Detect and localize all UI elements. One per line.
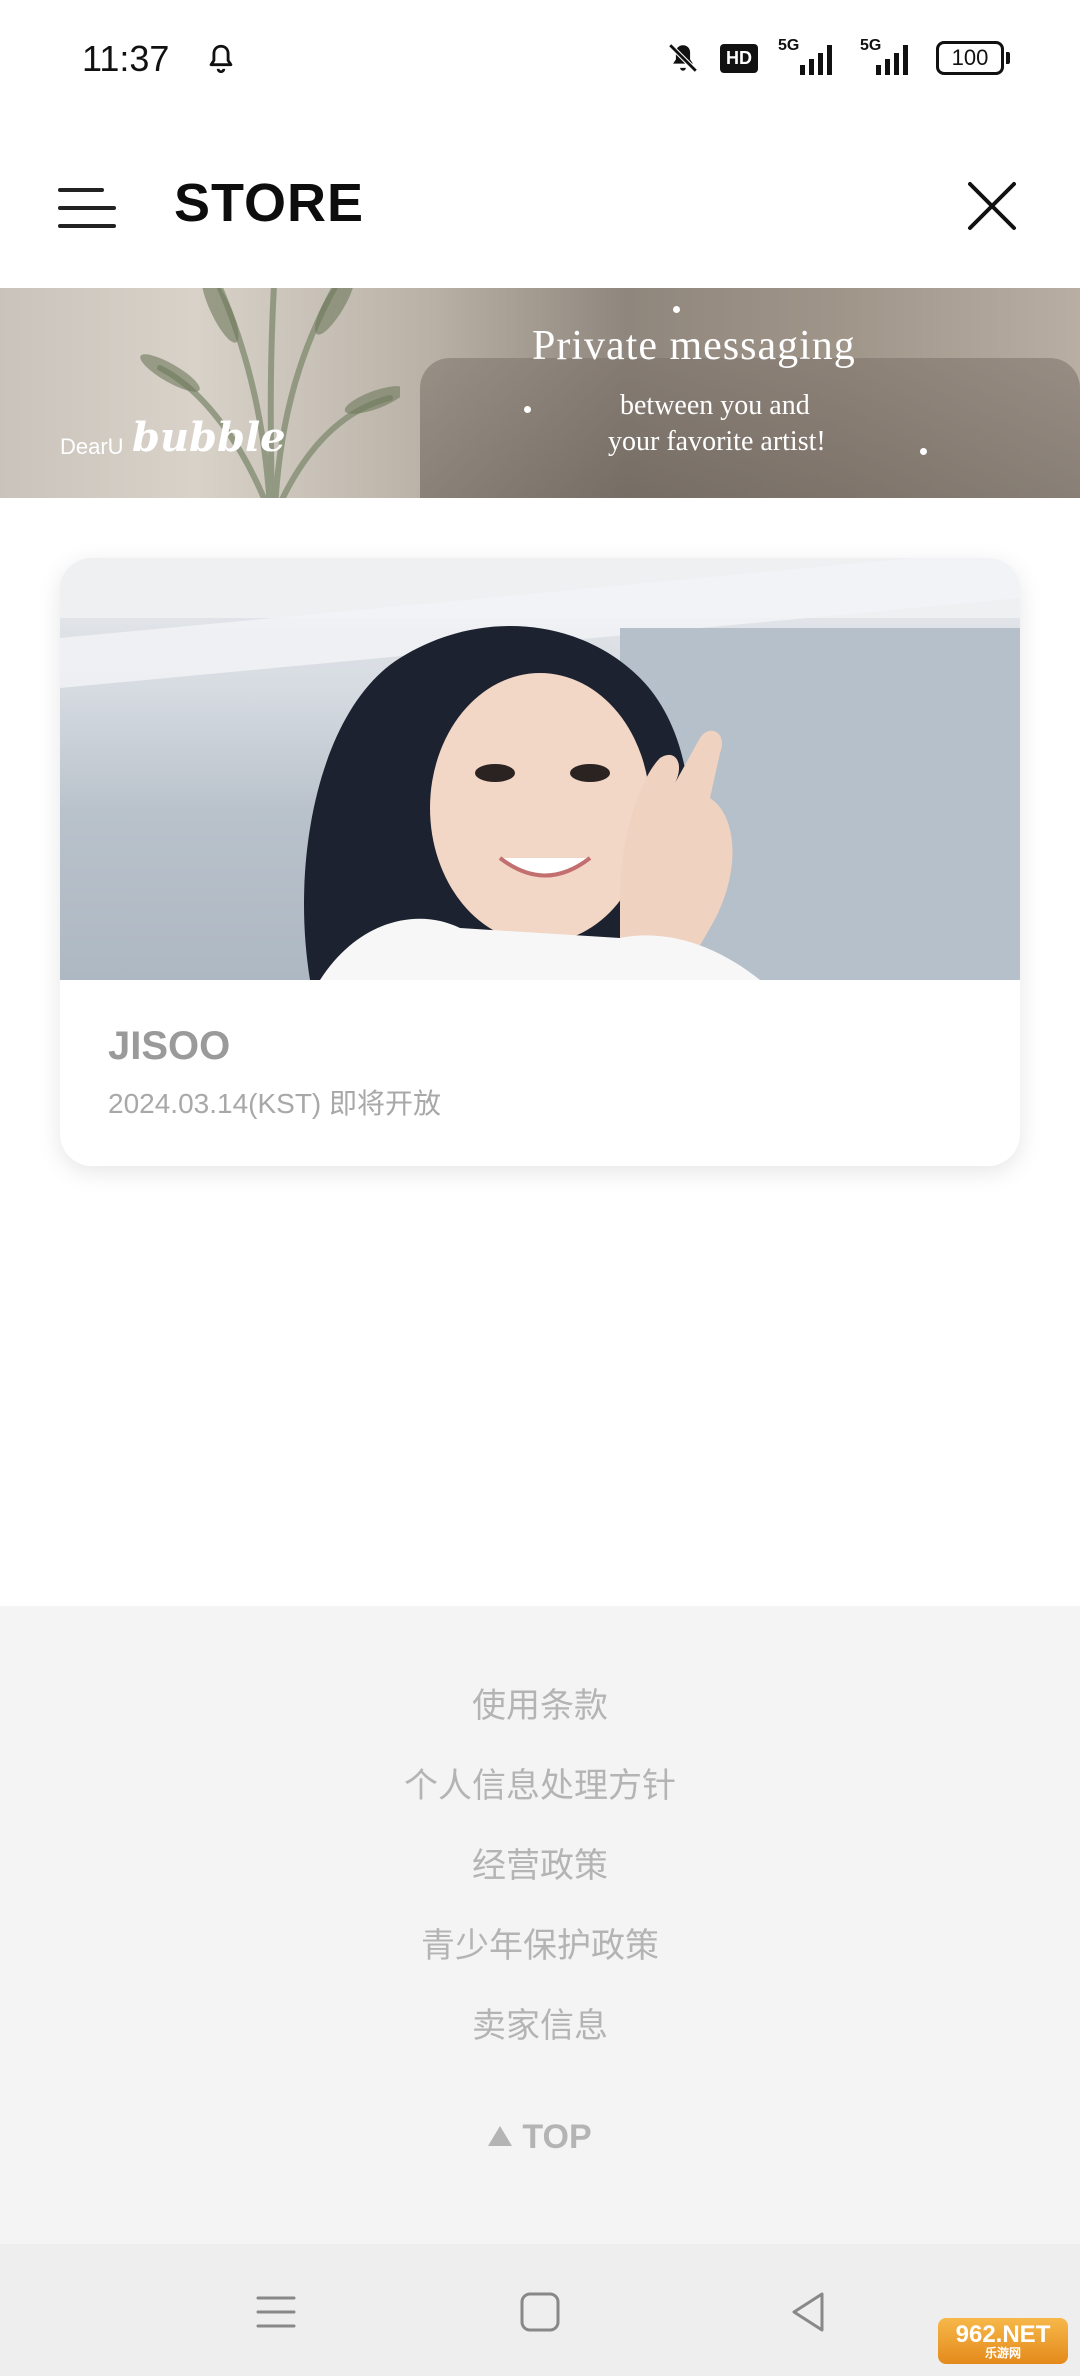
back-icon[interactable]: [782, 2284, 838, 2340]
status-bar: 11:37 HD 5G 5G 100: [0, 0, 1080, 120]
footer-link-terms[interactable]: 使用条款: [0, 1678, 1080, 1727]
status-icons: HD 5G 5G 100: [666, 37, 1010, 78]
banner-brand-bubble: bubble: [132, 414, 286, 461]
home-icon[interactable]: [512, 2284, 568, 2340]
banner-subline-1: between you and: [620, 390, 810, 421]
footer-link-youth-protection[interactable]: 青少年保护政策: [0, 1918, 1080, 1967]
plant-illustration: [140, 288, 400, 498]
hd-voice-badge: HD: [720, 43, 758, 73]
menu-button[interactable]: [58, 178, 118, 238]
app-header: STORE: [0, 150, 1080, 280]
artist-portrait-illustration: [60, 558, 1020, 980]
network-type-label-2: 5G: [860, 37, 882, 54]
artist-photo: [60, 558, 1020, 980]
footer-link-seller-info[interactable]: 卖家信息: [0, 1998, 1080, 2047]
signal-strength-icon: 5G: [778, 37, 840, 75]
artist-open-date: 2024.03.14(KST) 即将开放: [108, 1088, 442, 1119]
recent-apps-icon[interactable]: [248, 2284, 304, 2340]
arrow-up-icon: [488, 2126, 513, 2146]
menu-icon-line-3: [58, 224, 116, 228]
network-type-label: 5G: [778, 37, 800, 54]
signal-strength-icon-2: 5G: [860, 37, 916, 75]
footer: 使用条款 个人信息处理方针 经营政策 青少年保护政策 卖家信息 TOP: [0, 1606, 1080, 2244]
promo-banner[interactable]: DearU bubble Private messaging between y…: [0, 288, 1080, 498]
watermark-logo: 962.NET 乐游网: [938, 2318, 1068, 2364]
banner-subline-2: your favorite artist!: [608, 426, 826, 457]
watermark-big: 962.NET: [955, 2321, 1051, 2348]
top-label: TOP: [522, 2118, 592, 2156]
footer-link-privacy[interactable]: 个人信息处理方针: [0, 1758, 1080, 1807]
scroll-to-top-button[interactable]: TOP: [0, 2118, 1080, 2157]
mute-bell-icon: [668, 43, 698, 73]
watermark-small: 乐游网: [984, 2346, 1021, 2360]
close-icon[interactable]: [962, 176, 1022, 236]
banner-brand-dearu: DearU: [60, 434, 124, 459]
menu-icon-line-2: [58, 206, 116, 210]
notification-bell-icon: [209, 44, 233, 74]
system-navigation-bar: 962.NET 乐游网: [0, 2244, 1080, 2376]
battery-icon: 100: [936, 41, 1010, 75]
artist-name: JISOO: [108, 1024, 231, 1068]
battery-level: 100: [936, 41, 1004, 75]
status-time: 11:37: [82, 38, 170, 79]
footer-link-operation-policy[interactable]: 经营政策: [0, 1838, 1080, 1887]
artist-card[interactable]: JISOO 2024.03.14(KST) 即将开放: [60, 558, 1020, 1166]
page-title: STORE: [174, 173, 365, 233]
menu-icon-line-1: [58, 188, 104, 192]
banner-headline: Private messaging: [532, 323, 856, 369]
